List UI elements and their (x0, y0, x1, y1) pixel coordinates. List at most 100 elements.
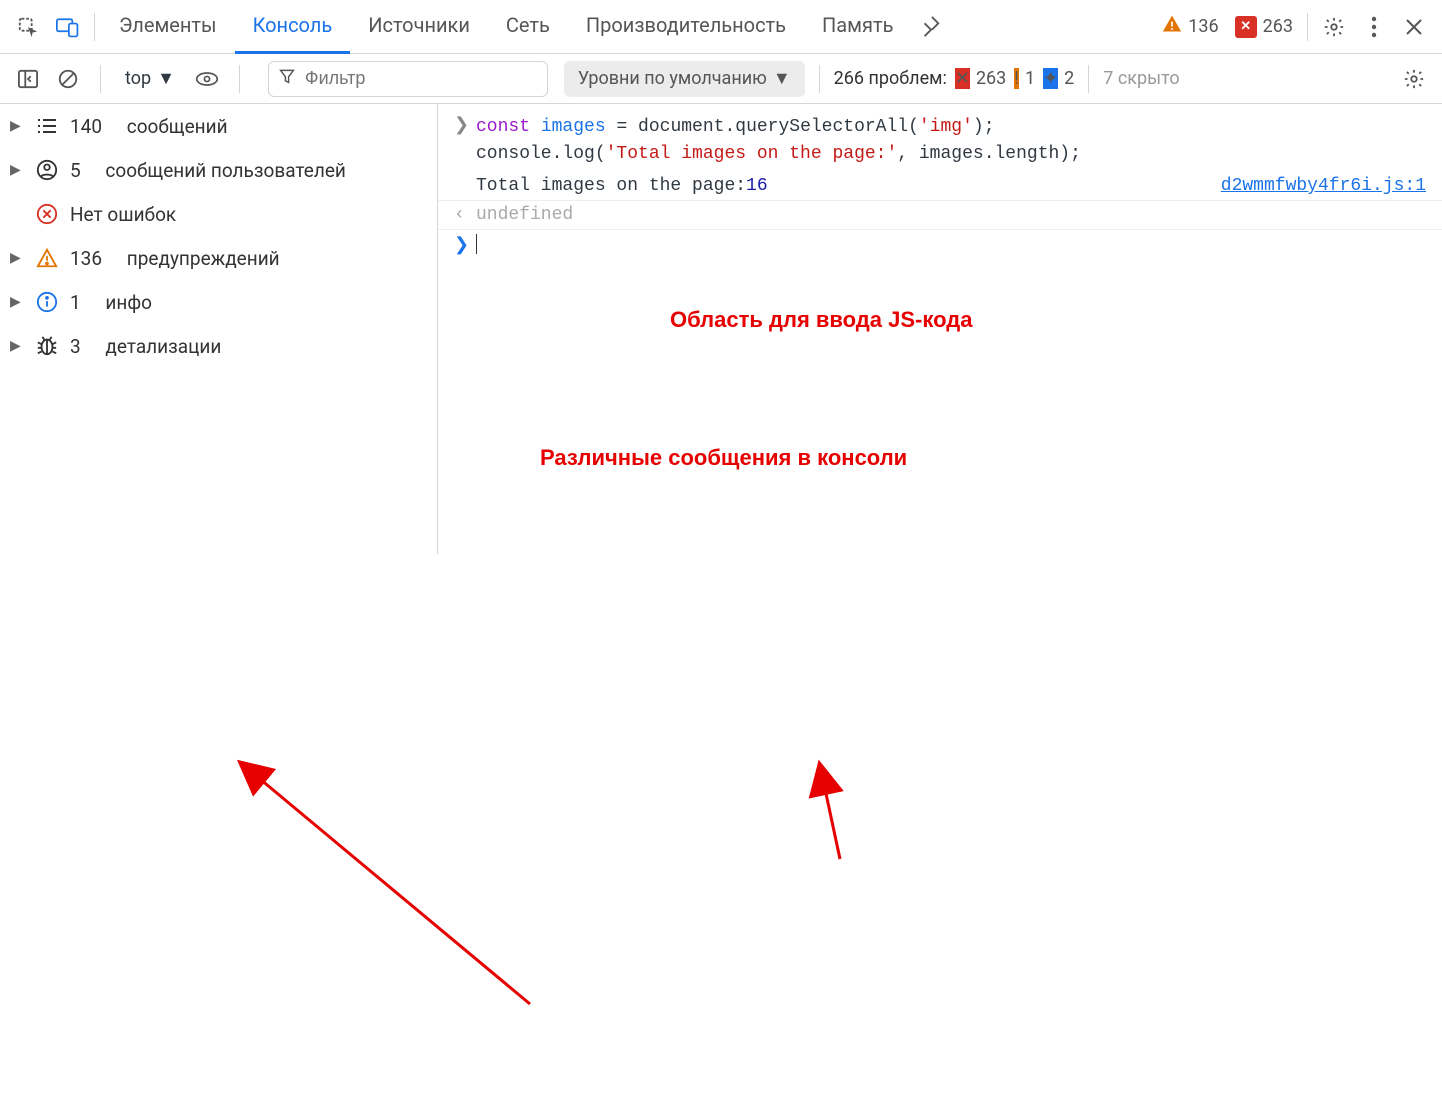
main-area: ▶ 140 сообщений ▶ 5 сообщений пользовате… (0, 104, 1442, 554)
tab-network[interactable]: Сеть (488, 0, 568, 54)
context-selector[interactable]: top ▼ (115, 64, 185, 93)
tab-label: Память (822, 13, 893, 37)
user-icon (34, 159, 60, 181)
settings-icon[interactable] (1314, 0, 1354, 54)
kebab-menu-icon[interactable] (1354, 0, 1394, 54)
label: предупреждений (127, 247, 280, 270)
expand-icon: ▶ (10, 294, 24, 310)
count: 3 (70, 335, 81, 358)
problems-info: ✦2 (1043, 68, 1074, 89)
separator (94, 13, 95, 41)
clear-console-icon[interactable] (50, 61, 86, 97)
bug-icon (34, 335, 60, 357)
problems-warns: !1 (1014, 68, 1035, 89)
problems-errors: ✕ 263 (955, 68, 1006, 89)
tab-label: Сеть (506, 13, 550, 37)
tab-sources[interactable]: Источники (350, 0, 488, 54)
inspect-icon[interactable] (8, 0, 48, 54)
var: images (541, 117, 606, 137)
t: console.log( (476, 144, 606, 164)
sidebar-item-messages[interactable]: ▶ 140 сообщений (0, 104, 437, 148)
sidebar-item-info[interactable]: ▶ 1 инфо (0, 280, 437, 324)
expand-icon: ▶ (10, 162, 24, 178)
expand-icon: ▶ (10, 118, 24, 134)
hidden-count[interactable]: 7 скрыто (1103, 68, 1179, 89)
console-toolbar: top ▼ Уровни по умолчанию ▼ 266 проблем:… (0, 54, 1442, 104)
warning-triangle-icon (34, 247, 60, 269)
output-number: 16 (746, 176, 768, 196)
console-input-row: ❯ const images = document.querySelectorA… (438, 110, 1442, 172)
warnings-badge[interactable]: 136 (1162, 14, 1218, 39)
tab-console[interactable]: Консоль (235, 0, 351, 54)
t: , images.length); (897, 144, 1081, 164)
tabs: Элементы Консоль Источники Сеть Производ… (101, 0, 911, 54)
str: 'img' (919, 117, 973, 137)
separator (1088, 65, 1089, 93)
warning-icon: ! (1014, 68, 1019, 89)
problems-label: 266 проблем: (834, 68, 947, 89)
label: Нет ошибок (70, 203, 176, 226)
kw: const (476, 117, 530, 137)
label: сообщений пользователей (105, 159, 345, 182)
sidebar-toggle-icon[interactable] (10, 61, 46, 97)
expand-icon: ▶ (10, 338, 24, 354)
label: инфо (105, 291, 152, 314)
filter-icon (279, 68, 295, 89)
error-icon: ✕ (1235, 16, 1257, 38)
separator (1307, 13, 1308, 41)
str: 'Total images on the page:' (606, 144, 898, 164)
errors-badge[interactable]: ✕ 263 (1235, 16, 1293, 38)
console-settings-icon[interactable] (1396, 61, 1432, 97)
device-toggle-icon[interactable] (48, 0, 88, 54)
count: 2 (1064, 68, 1074, 89)
levels-label: Уровни по умолчанию (578, 68, 767, 89)
text-cursor (476, 234, 477, 254)
console-prompt-row[interactable]: ❯ (438, 230, 1442, 260)
sidebar-item-warnings[interactable]: ▶ 136 предупреждений (0, 236, 437, 280)
count: 5 (70, 159, 81, 182)
filter-box[interactable] (268, 61, 548, 97)
sidebar-item-user[interactable]: ▶ 5 сообщений пользователей (0, 148, 437, 192)
info-circle-icon (34, 291, 60, 313)
more-tabs-icon[interactable] (911, 0, 951, 54)
t: = document.querySelectorAll( (606, 117, 919, 137)
errors-count: 263 (1263, 16, 1293, 37)
input-chevron-icon: ❯ (454, 114, 476, 136)
tab-label: Элементы (119, 13, 217, 37)
sidebar-item-verbose[interactable]: ▶ 3 детализации (0, 324, 437, 368)
list-icon (34, 116, 60, 136)
prompt-chevron-icon: ❯ (454, 234, 476, 256)
tab-label: Источники (368, 13, 470, 37)
info-icon: ✦ (1043, 68, 1058, 89)
devtools-tabbar: Элементы Консоль Источники Сеть Производ… (0, 0, 1442, 54)
tab-label: Производительность (586, 13, 786, 37)
close-icon[interactable] (1394, 0, 1434, 54)
log-levels-selector[interactable]: Уровни по умолчанию ▼ (564, 61, 805, 97)
separator (819, 65, 820, 93)
tab-label: Консоль (253, 13, 333, 37)
filter-input[interactable] (305, 68, 537, 89)
count: 263 (976, 68, 1006, 89)
problems-summary[interactable]: 266 проблем: ✕263 !1 ✦2 (834, 68, 1075, 89)
hidden-label: 7 скрыто (1103, 68, 1179, 89)
console-log-area: ❯ const images = document.querySelectorA… (438, 104, 1442, 554)
label: сообщений (127, 115, 228, 138)
error-icon: ✕ (955, 68, 970, 89)
tab-memory[interactable]: Память (804, 0, 911, 54)
count: 140 (70, 115, 102, 138)
sidebar-item-errors[interactable]: ▶ Нет ошибок (0, 192, 437, 236)
tab-elements[interactable]: Элементы (101, 0, 235, 54)
annotation-arrows (0, 554, 1442, 1108)
separator (239, 65, 240, 93)
label: детализации (105, 335, 221, 358)
chevron-down-icon: ▼ (773, 68, 791, 89)
t: ); (973, 117, 995, 137)
warnings-count: 136 (1188, 16, 1218, 37)
warning-icon (1162, 14, 1182, 39)
source-link[interactable]: d2wmmfwby4fr6i.js:1 (1221, 176, 1426, 196)
context-label: top (125, 68, 151, 89)
error-circle-icon (34, 203, 60, 225)
separator (100, 65, 101, 93)
live-expression-icon[interactable] (189, 61, 225, 97)
tab-performance[interactable]: Производительность (568, 0, 804, 54)
